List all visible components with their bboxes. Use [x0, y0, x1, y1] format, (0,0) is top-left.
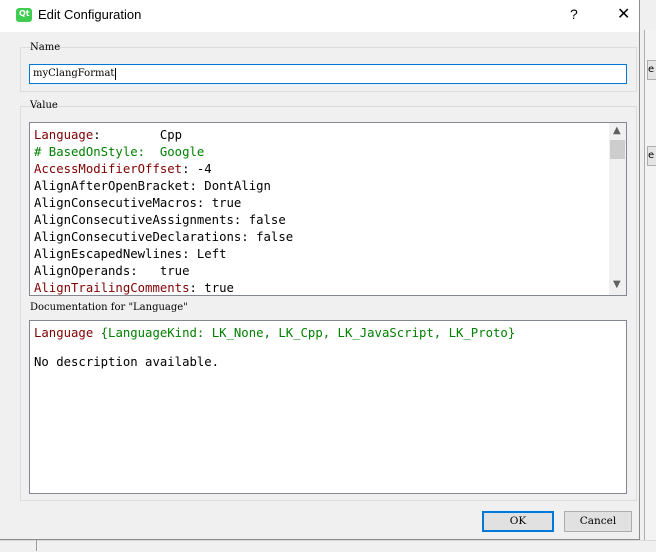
cancel-button[interactable]: Cancel: [564, 511, 632, 532]
documentation-signature: Language {LanguageKind: LK_None, LK_Cpp,…: [34, 326, 515, 340]
code-key: AlignConsecutiveDeclarations: [34, 230, 242, 244]
code-value: true: [211, 196, 242, 210]
value-label: Value: [30, 100, 58, 111]
code-line: AlignOperands: true: [34, 263, 293, 280]
signature-name: Language: [34, 326, 94, 340]
help-button[interactable]: ?: [570, 6, 578, 22]
code-key: AlignConsecutiveAssignments: [34, 213, 234, 227]
edit-configuration-dialog: Qt Edit Configuration ? ✕ Name myClangFo…: [0, 0, 640, 540]
code-value: false: [256, 230, 294, 244]
code-value: true: [159, 264, 190, 278]
code-separator: :: [93, 128, 160, 142]
code-line: AlignTrailingComments: true: [34, 280, 293, 295]
code-key: AlignAfterOpenBracket: [34, 179, 190, 193]
signature-values: {LanguageKind: LK_None, LK_Cpp, LK_JavaS…: [93, 326, 516, 340]
code-value: false: [248, 213, 286, 227]
code-value: Left: [196, 247, 227, 261]
value-editor[interactable]: Language: Cpp # BasedOnStyle: Google Acces…: [29, 122, 627, 296]
code-value: Google: [159, 145, 205, 159]
documentation-box: Language {LanguageKind: LK_None, LK_Cpp,…: [29, 320, 627, 494]
close-button[interactable]: ✕: [617, 4, 630, 24]
background-divider: [36, 540, 37, 551]
code-key: # BasedOnStyle:: [34, 145, 146, 159]
config-code: Language: Cpp # BasedOnStyle: Google Acces…: [34, 127, 293, 295]
code-separator: :: [196, 196, 212, 210]
code-separator: :: [189, 281, 205, 295]
name-input[interactable]: myClangFormat: [29, 64, 627, 84]
name-input-value: myClangFormat: [33, 68, 115, 79]
code-key: AlignTrailingComments: [34, 281, 190, 295]
code-value: Cpp: [159, 128, 183, 142]
documentation-label: Documentation for "Language": [30, 302, 188, 313]
qt-creator-icon: Qt: [16, 8, 32, 22]
code-line: AlignConsecutiveAssignments: false: [34, 212, 293, 229]
code-line: AlignEscapedNewlines: Left: [34, 246, 293, 263]
code-separator: :: [233, 213, 249, 227]
title-bar: Qt Edit Configuration ? ✕: [0, 0, 639, 32]
code-key: AlignConsecutiveMacros: [34, 196, 197, 210]
background-button: e: [647, 146, 656, 166]
code-line: Language: Cpp: [34, 127, 293, 144]
documentation-description: No description available.: [34, 355, 220, 369]
code-key: AlignOperands: [34, 264, 131, 278]
code-separator: :: [130, 264, 160, 278]
code-separator: :: [182, 162, 197, 176]
code-key: Language: [34, 128, 94, 142]
name-label: Name: [30, 42, 61, 53]
code-value: DontAlign: [204, 179, 271, 193]
code-line: AccessModifierOffset: -4: [34, 161, 293, 178]
text-caret: [115, 67, 117, 80]
code-separator: :: [189, 179, 205, 193]
code-line: # BasedOnStyle: Google: [34, 144, 293, 161]
code-value: -4: [196, 162, 212, 176]
background-statusbar: [0, 540, 656, 552]
code-line: AlignConsecutiveMacros: true: [34, 195, 293, 212]
code-separator: :: [182, 247, 197, 261]
code-key: AlignEscapedNewlines: [34, 247, 183, 261]
code-key: AccessModifierOffset: [34, 162, 183, 176]
scroll-up-icon[interactable]: ▲: [613, 125, 621, 136]
scroll-down-icon[interactable]: ▼: [613, 279, 621, 290]
code-separator: [145, 145, 160, 159]
code-separator: :: [241, 230, 257, 244]
background-button: e: [647, 60, 656, 80]
code-line: AlignConsecutiveDeclarations: false: [34, 229, 293, 246]
code-line: AlignAfterOpenBracket: DontAlign: [34, 178, 293, 195]
code-value: true: [204, 281, 234, 295]
editor-scrollbar[interactable]: ▲ ▼: [609, 123, 626, 295]
scrollbar-thumb[interactable]: [610, 140, 625, 159]
ok-button[interactable]: OK: [482, 511, 554, 532]
dialog-title: Edit Configuration: [38, 7, 142, 22]
background-panel: [644, 30, 656, 551]
